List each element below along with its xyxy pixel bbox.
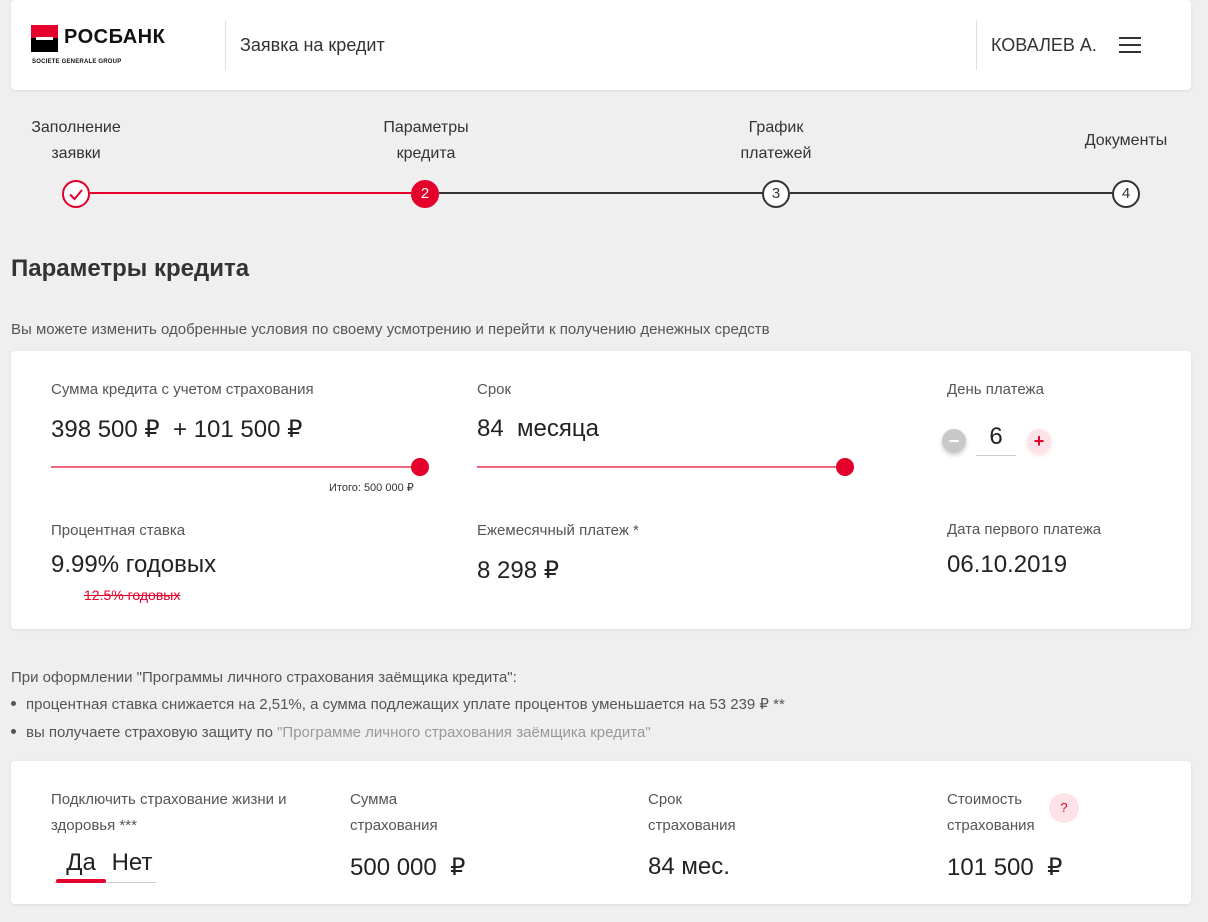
loan-sum-slider[interactable] xyxy=(51,458,429,476)
first-payment-date-label: Дата первого платежа xyxy=(947,521,1102,538)
insurance-info-intro: При оформлении "Программы личного страхо… xyxy=(11,669,517,686)
page-title: Параметры кредита xyxy=(11,255,250,282)
bullet-icon xyxy=(11,729,16,735)
term-label: Срок xyxy=(477,381,512,398)
insurance-term-value: 84 мес. xyxy=(648,853,730,880)
rate-label: Процентная ставка xyxy=(51,522,186,539)
payday-label: День платежа xyxy=(947,381,1044,398)
slider-track xyxy=(477,466,847,468)
insurance-card: Подключить страхование жизни и здоровья … xyxy=(11,761,1191,904)
insurance-sum-label: Сумма страхования xyxy=(350,791,438,834)
selected-indicator xyxy=(56,879,106,883)
loan-sum-label: Сумма кредита с учетом страхования xyxy=(51,381,314,398)
header-title: Заявка на кредит xyxy=(240,35,385,55)
insurance-connect-label: Подключить страхование жизни и здоровья … xyxy=(51,791,287,834)
loan-parameters-card: Сумма кредита с учетом страхования 398 5… xyxy=(11,351,1191,629)
checkmark-icon xyxy=(69,189,83,201)
insurance-sum-value: 500 000 ₽ xyxy=(350,854,466,881)
bullet-icon xyxy=(11,701,16,707)
step-1-marker[interactable] xyxy=(62,180,90,208)
loan-sum-value: 398 500 ₽ + 101 500 ₽ xyxy=(51,416,303,443)
header-divider xyxy=(976,20,977,70)
term-slider[interactable] xyxy=(477,458,855,476)
payday-input[interactable]: 6 xyxy=(976,423,1016,456)
progress-line-complete xyxy=(90,192,412,194)
plus-icon[interactable]: + xyxy=(1027,429,1051,453)
slider-track xyxy=(51,466,421,468)
monthly-payment-label: Ежемесячный платеж * xyxy=(477,522,639,539)
step-3-label: График платежей xyxy=(740,119,812,162)
step-2-label: Параметры кредита xyxy=(383,119,469,162)
rosbank-logo[interactable]: РОСБАНК SOCIETE GENERALE GROUP xyxy=(31,25,211,70)
rate-value: 9.99% годовых xyxy=(51,551,217,578)
progress-line xyxy=(790,192,1113,194)
toggle-no-option[interactable]: Нет xyxy=(108,849,156,877)
step-4-marker[interactable]: 4 xyxy=(1112,180,1140,208)
page-subtitle: Вы можете изменить одобренные условия по… xyxy=(11,321,770,338)
insurance-cost-value: 101 500 ₽ xyxy=(947,854,1063,881)
insurance-program-link[interactable]: "Программе личного страхования заёмщика … xyxy=(277,724,651,741)
progress-line xyxy=(439,192,763,194)
slider-thumb[interactable] xyxy=(836,458,854,476)
monthly-payment-value: 8 298 ₽ xyxy=(477,557,559,584)
user-name[interactable]: КОВАЛЕВ А. xyxy=(991,35,1097,56)
term-value: 84 месяца xyxy=(477,415,599,442)
bullet-text: процентная ставка снижается на 2,51%, а … xyxy=(26,696,785,713)
insurance-info-bullet: вы получаете страховую защиту по "Програ… xyxy=(11,724,651,741)
old-rate: 12.5% годовых xyxy=(84,587,181,603)
insurance-term-label: Срок страхования xyxy=(648,791,736,834)
loan-total: Итого: 500 000 ₽ xyxy=(329,482,414,494)
logo-text: РОСБАНК xyxy=(64,26,166,48)
logo-subtext: SOCIETE GENERALE GROUP xyxy=(32,59,122,65)
logo-mark-icon xyxy=(31,25,58,52)
header-divider xyxy=(225,20,226,70)
slider-thumb[interactable] xyxy=(411,458,429,476)
first-payment-date-value: 06.10.2019 xyxy=(947,551,1068,578)
hamburger-menu-icon[interactable] xyxy=(1119,37,1141,53)
help-icon[interactable]: ? xyxy=(1049,793,1079,823)
insurance-cost-label: Стоимость страхования xyxy=(947,791,1035,834)
step-3-marker[interactable]: 3 xyxy=(762,180,790,208)
app-header: РОСБАНК SOCIETE GENERALE GROUP Заявка на… xyxy=(11,0,1191,90)
bullet-text: вы получаете страховую защиту по xyxy=(26,724,278,741)
insurance-info-bullet: процентная ставка снижается на 2,51%, а … xyxy=(11,695,785,713)
step-1-label: Заполнение заявки xyxy=(31,119,121,162)
toggle-yes-option[interactable]: Да xyxy=(56,849,106,877)
step-4-label: Документы xyxy=(1084,132,1168,149)
minus-icon[interactable]: − xyxy=(942,429,966,453)
step-2-marker[interactable]: 2 xyxy=(411,180,439,208)
insurance-toggle[interactable]: Да Нет xyxy=(54,849,156,883)
